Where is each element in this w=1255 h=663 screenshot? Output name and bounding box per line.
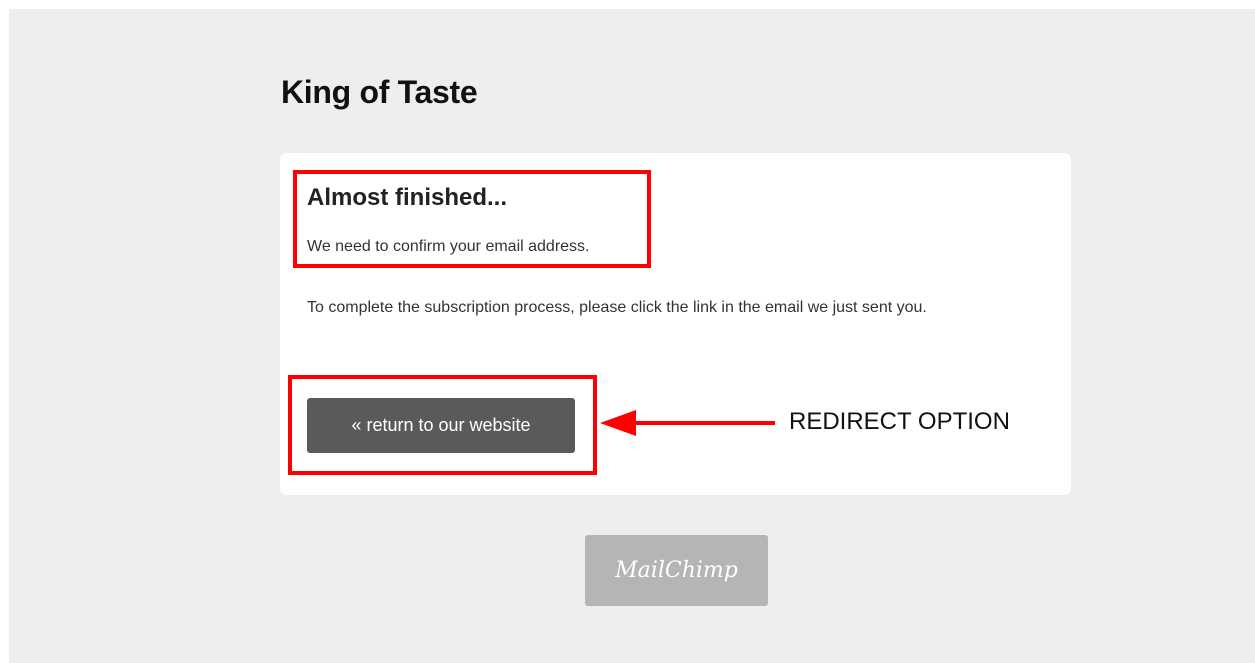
confirmation-instruction: To complete the subscription process, pl… [307,299,927,316]
left-arrow-icon [600,410,775,436]
mailchimp-logo-text: MailChimp [615,558,738,583]
confirmation-subtext: We need to confirm your email address. [307,238,590,255]
site-title: King of Taste [281,74,478,110]
confirmation-heading: Almost finished... [307,184,508,211]
return-to-website-button[interactable]: « return to our website [307,398,575,453]
mailchimp-badge[interactable]: MailChimp [585,535,768,606]
redirect-option-label: REDIRECT OPTION [789,408,1010,435]
